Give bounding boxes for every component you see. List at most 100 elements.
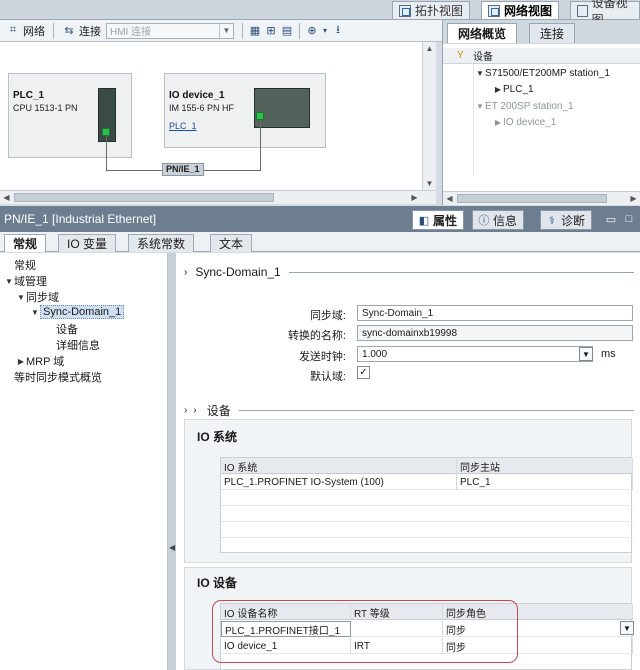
- scroll-down-icon[interactable]: ▼: [423, 177, 436, 190]
- network-mode-icon: ⌗: [9, 24, 17, 36]
- tab-network-overview[interactable]: 网络概览: [447, 23, 518, 43]
- tab-texts[interactable]: 文本: [210, 234, 253, 252]
- overview-row-label: IO device_1: [503, 116, 557, 128]
- tab-io-tags[interactable]: IO 变量: [58, 234, 117, 252]
- collapse-left-icon[interactable]: ◀: [169, 543, 175, 552]
- network-canvas[interactable]: PLC_1 CPU 1513-1 PN IO device_1 IM 155-6…: [0, 42, 436, 190]
- section-divider: [238, 410, 634, 411]
- collapse-icon[interactable]: ▼: [475, 69, 485, 78]
- overview-row[interactable]: ▼ S71500/ET200MP station_1: [443, 65, 640, 81]
- scroll-right-icon[interactable]: ▶: [627, 192, 640, 205]
- scroll-right-icon[interactable]: ▶: [408, 191, 421, 204]
- overview-row[interactable]: ▼ ET 200SP station_1: [443, 98, 640, 114]
- sync-domain-value: Sync-Domain_1: [362, 307, 434, 319]
- tab-network-overview-label: 网络概览: [458, 27, 507, 41]
- tree-item-details[interactable]: 详细信息: [56, 337, 100, 353]
- canvas-vertical-scrollbar[interactable]: ▲ ▼: [422, 42, 436, 190]
- tab-io-tags-label: IO 变量: [67, 237, 108, 251]
- connect-button-label: 连接: [79, 25, 101, 38]
- scroll-left-icon[interactable]: ◀: [443, 192, 456, 205]
- chevron-right-icon: ›: [193, 405, 197, 416]
- download-icon[interactable]: ⭳: [331, 24, 345, 38]
- expand-icon[interactable]: ▶: [16, 357, 26, 366]
- tab-system-constants[interactable]: 系统常数: [128, 234, 195, 252]
- sync-domain-field[interactable]: Sync-Domain_1: [357, 305, 633, 321]
- column-header-io-system[interactable]: IO 系统: [221, 458, 457, 474]
- sync-domain-label: 同步域:: [309, 310, 346, 322]
- restore-icon[interactable]: ▭: [604, 212, 618, 226]
- tab-network-view[interactable]: 网络视图: [481, 1, 560, 19]
- connect-icon: ⇆: [64, 25, 74, 37]
- io-device-port[interactable]: [256, 112, 264, 120]
- scroll-thumb[interactable]: [457, 194, 607, 203]
- maximize-icon[interactable]: □: [622, 212, 636, 226]
- tree-item-label: 详细信息: [56, 340, 100, 352]
- tree-item-general[interactable]: 常规: [14, 257, 36, 273]
- zoom-icon[interactable]: ⊕: [305, 24, 319, 38]
- tab-diagnostics-label: 诊断: [561, 213, 586, 228]
- tab-topology-label: 拓扑视图: [415, 4, 464, 18]
- tab-properties[interactable]: ◧ 属性: [412, 210, 465, 230]
- send-clock-value: 1.000: [362, 348, 388, 360]
- filter-icon[interactable]: Y: [457, 50, 469, 61]
- overview-tab-bar: 网络概览 连接: [443, 20, 640, 44]
- overview-row[interactable]: ▶ IO device_1: [443, 114, 640, 130]
- tree-item-domain-management[interactable]: ▼ 域管理: [4, 273, 47, 289]
- column-header-sync-master[interactable]: 同步主站: [457, 458, 633, 474]
- zoom-dropdown-icon[interactable]: ▾: [321, 24, 329, 38]
- device-icon: [577, 4, 588, 17]
- scroll-left-icon[interactable]: ◀: [0, 191, 13, 204]
- tree-splitter[interactable]: ◀: [168, 253, 176, 670]
- table-row: [221, 522, 633, 538]
- subnet-label[interactable]: PN/IE_1: [162, 163, 204, 176]
- chevron-down-icon[interactable]: ▼: [620, 621, 634, 635]
- table-header-row: IO 系统 同步主站: [221, 458, 633, 474]
- collapse-icon[interactable]: ▼: [16, 293, 26, 302]
- tree-item-sync-domains[interactable]: ▼ 同步域: [16, 289, 59, 305]
- plc-model: CPU 1513-1 PN: [13, 103, 78, 113]
- collapse-icon[interactable]: ▼: [475, 102, 485, 111]
- toolbar-divider: [242, 22, 243, 39]
- tab-connections[interactable]: 连接: [529, 23, 576, 43]
- tree-item-label: 常规: [14, 260, 36, 272]
- tree-item-devices[interactable]: 设备: [56, 321, 78, 337]
- tree-item-label: 域管理: [14, 276, 47, 288]
- plc-network-line: [106, 136, 107, 171]
- collapse-icon[interactable]: ▼: [30, 308, 40, 317]
- collapse-icon[interactable]: ▼: [4, 277, 14, 286]
- grid-icon[interactable]: ▦: [248, 24, 262, 38]
- layout-icon[interactable]: ⊞: [264, 24, 278, 38]
- overview-row[interactable]: ▶ PLC_1: [443, 81, 640, 97]
- chevron-right-icon: ›: [184, 266, 188, 278]
- default-domain-checkbox[interactable]: ✓: [357, 366, 370, 379]
- scroll-thumb[interactable]: [14, 193, 274, 202]
- table-row[interactable]: PLC_1.PROFINET IO-System (100) PLC_1: [221, 474, 633, 490]
- tree-item-label: MRP 域: [26, 356, 65, 368]
- connect-button[interactable]: ⇆ 连接: [59, 22, 104, 40]
- connection-type-select[interactable]: HMI 连接 ▼: [106, 22, 234, 39]
- tab-info[interactable]: ⓘ 信息: [472, 210, 525, 230]
- expand-icon[interactable]: ▶: [493, 85, 503, 94]
- overview-horizontal-scrollbar[interactable]: ◀ ▶: [443, 191, 640, 205]
- io-device-assigned-plc-link[interactable]: PLC_1: [169, 121, 197, 131]
- send-clock-select[interactable]: 1.000: [357, 346, 593, 362]
- chevron-down-icon[interactable]: ▼: [579, 347, 593, 361]
- expand-icon[interactable]: ▶: [493, 118, 503, 127]
- canvas-horizontal-scrollbar[interactable]: ◀ ▶: [0, 190, 436, 204]
- tab-device-view[interactable]: 设备视图: [570, 0, 640, 27]
- tab-diagnostics[interactable]: ⚕ 诊断: [540, 210, 593, 230]
- overview-row-label: S71500/ET200MP station_1: [485, 67, 610, 79]
- tab-general[interactable]: 常规: [4, 234, 47, 252]
- tab-topology-view[interactable]: 拓扑视图: [392, 1, 471, 19]
- properties-tree: 常规 ▼ 域管理 ▼ 同步域 ▼ Sync-Domain_1 设备 详细信息 ▶…: [0, 253, 168, 670]
- properties-sub-tab-bar: 常规 IO 变量 系统常数 文本: [0, 232, 640, 252]
- plc-port[interactable]: [102, 128, 110, 136]
- tree-item-mrp-domains[interactable]: ▶ MRP 域: [16, 353, 64, 369]
- tree-item-sync-domain-1[interactable]: ▼ Sync-Domain_1: [30, 305, 125, 319]
- network-button[interactable]: ⌗ 网络: [3, 22, 48, 40]
- overview-header-label: 设备: [473, 52, 493, 63]
- table-icon[interactable]: ▤: [280, 24, 294, 38]
- tree-item-isochronous-overview[interactable]: 等时同步模式概览: [14, 369, 102, 385]
- scroll-up-icon[interactable]: ▲: [423, 42, 436, 55]
- overview-column-header[interactable]: Y 设备: [443, 48, 640, 64]
